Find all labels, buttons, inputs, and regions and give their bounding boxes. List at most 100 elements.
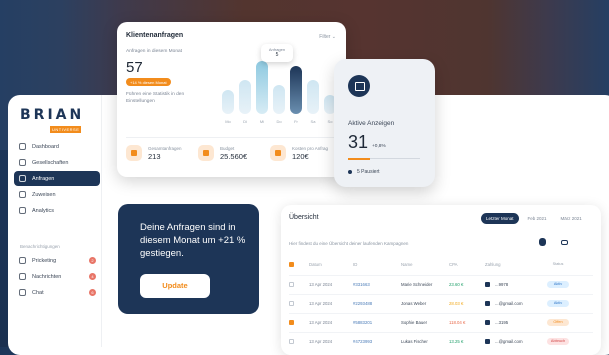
- requests-count: 57: [126, 59, 143, 76]
- eye-icon[interactable]: [561, 240, 568, 245]
- payment-label: ...3195: [495, 319, 509, 325]
- count-badge: 2: [89, 257, 96, 264]
- active-ads-count: 31: [348, 132, 369, 152]
- notifications-section-label: Benachrichtigungen: [20, 244, 60, 249]
- card-subtitle: Anfragen in diesem Monat: [126, 49, 182, 54]
- kpi-cost-per-request: Kosten pro Anfrag 120€: [270, 145, 328, 161]
- tab-mar-2021[interactable]: März 2021: [556, 213, 587, 224]
- cell-date: 13 Apr 2024: [309, 301, 333, 306]
- cell-name: Jonas Weber: [401, 301, 427, 306]
- card-description: Führen eine Statistik in den Einstellung…: [126, 92, 185, 105]
- chart-tick-label: Mo: [225, 119, 231, 124]
- table-row[interactable]: 13 Apr 2024 #5883201 Sophie Bauer 118.04 €.…: [289, 313, 593, 331]
- paused-label: 5 Pausiert: [357, 169, 380, 175]
- table-header: Datum ID Name CPA Zahlung Status: [289, 255, 593, 273]
- column-header: ID: [353, 261, 358, 267]
- sidebar-item-label: Zuweisen: [32, 191, 56, 198]
- sidebar-nav: Dashboard Gesellschaften Anfragen Zuweis…: [14, 139, 100, 219]
- sidebar-item-dashboard[interactable]: Dashboard: [14, 139, 100, 154]
- cell-id[interactable]: #331663: [353, 282, 370, 287]
- card-title: Übersicht: [289, 214, 319, 221]
- cell-date: 13 Apr 2024: [309, 339, 333, 344]
- card-icon: [485, 339, 490, 345]
- cell-cpa: 28.03 €: [449, 301, 464, 306]
- select-all-checkbox[interactable]: [289, 261, 294, 267]
- cell-id[interactable]: #4723993: [353, 339, 372, 344]
- cell-cpa: 13.25 €: [449, 339, 464, 344]
- table-row[interactable]: 13 Apr 2024 #331663 Marie Schneider 23.60 €…: [289, 275, 593, 293]
- sidebar-item-zuweisen[interactable]: Zuweisen: [14, 187, 100, 202]
- kpi-label: Budget: [220, 145, 235, 151]
- user-icon: [19, 191, 26, 198]
- cell-name: Lukas Fischer: [401, 339, 428, 344]
- filter-dropdown[interactable]: Filter ⌄: [319, 34, 336, 40]
- row-checkbox[interactable]: [289, 301, 294, 306]
- sidebar-item-label: Pricketing: [32, 257, 57, 264]
- sidebar-item-chat[interactable]: Chat 6: [14, 285, 100, 300]
- growth-promo-card: Deine Anfragen sind in diesem Monat um +…: [118, 204, 259, 314]
- brand-logo: BRIAN UNTIVERSE: [20, 107, 84, 133]
- status-dot: [348, 170, 352, 174]
- card-icon: [485, 282, 490, 288]
- table-row[interactable]: 13 Apr 2024 #4723993 Lukas Fischer 13.25 €.…: [289, 332, 593, 350]
- update-button[interactable]: Update: [140, 274, 210, 298]
- status-badge: Aktiv: [547, 300, 569, 307]
- chart-tick-label: Mi: [259, 119, 265, 124]
- row-checkbox[interactable]: [289, 320, 294, 325]
- mouse-icon[interactable]: [539, 238, 546, 246]
- chart-bar: [239, 80, 251, 114]
- kpi-value: 120€: [292, 151, 309, 161]
- cell-id[interactable]: #5883201: [353, 320, 372, 325]
- coin-icon: [270, 145, 286, 161]
- card-title: Aktive Anzeigen: [348, 120, 395, 127]
- cell-date: 13 Apr 2024: [309, 282, 333, 287]
- status-badge: Abbruch: [547, 338, 569, 345]
- tab-last-month[interactable]: Letzter Monat: [481, 213, 519, 224]
- sidebar-item-gesellschaften[interactable]: Gesellschaften: [14, 155, 100, 170]
- status-badge: Offen: [547, 319, 569, 326]
- chart-tick-label: Fr: [294, 119, 298, 124]
- column-header: Name: [401, 261, 413, 267]
- client-requests-card: Klientenanfragen Filter ⌄ Anfragen in di…: [117, 22, 346, 177]
- dashboard-icon: [19, 143, 26, 150]
- sidebar-item-anfragen[interactable]: Anfragen: [14, 171, 100, 186]
- cell-cpa: 118.04 €: [449, 320, 466, 325]
- message-icon: [19, 273, 26, 280]
- card-icon: [485, 320, 490, 326]
- row-checkbox[interactable]: [289, 339, 294, 344]
- building-icon: [19, 159, 26, 166]
- payment-label: ...9978: [495, 281, 509, 287]
- ads-delta: +0,8%: [372, 144, 386, 149]
- sidebar-item-label: Nachrichten: [32, 273, 62, 280]
- cell-name: Marie Schneider: [401, 282, 433, 287]
- column-header: Status: [552, 261, 564, 266]
- sidebar-item-nachrichten[interactable]: Nachrichten 4: [14, 269, 100, 284]
- chart-tooltip: Anfragen 5: [261, 44, 293, 62]
- kpi-total-requests: Gesamtanfragen 213: [126, 145, 182, 161]
- card-subtitle: Hier findest du eine Übersicht deiner la…: [289, 241, 409, 246]
- sidebar-item-analytics[interactable]: Analytics: [14, 203, 100, 218]
- promo-text: Deine Anfragen sind in diesem Monat um +…: [140, 222, 246, 259]
- column-header: CPA: [449, 261, 458, 267]
- card-icon: [485, 301, 490, 307]
- chart-tick-label: Do: [276, 119, 282, 124]
- cell-cpa: 23.60 €: [449, 282, 464, 287]
- count-badge: 4: [89, 273, 96, 280]
- chart-bar: [307, 80, 319, 114]
- sidebar: BRIAN UNTIVERSE Dashboard Gesellschaften…: [8, 95, 102, 347]
- table-row[interactable]: 13 Apr 2024 #2293488 Jonas Weber 28.03 €...…: [289, 294, 593, 312]
- kpi-value: 25.560€: [220, 151, 248, 161]
- sidebar-item-label: Gesellschaften: [32, 159, 69, 166]
- count-badge: 6: [89, 289, 96, 296]
- chart-bar: [273, 85, 285, 114]
- sidebar-item-pricketing[interactable]: Pricketing 2: [14, 253, 100, 268]
- tab-feb-2021[interactable]: Feb 2021: [523, 213, 552, 224]
- brand-tag: UNTIVERSE: [50, 126, 82, 133]
- cell-id[interactable]: #2293488: [353, 301, 372, 306]
- overview-card: Übersicht Letzter Monat Feb 2021 März 20…: [281, 205, 601, 355]
- row-checkbox[interactable]: [289, 282, 294, 287]
- tag-icon: [19, 257, 26, 264]
- chart-tick-label: Di: [243, 119, 247, 124]
- sidebar-item-label: Anfragen: [32, 175, 55, 182]
- filter-label: Filter: [319, 34, 331, 40]
